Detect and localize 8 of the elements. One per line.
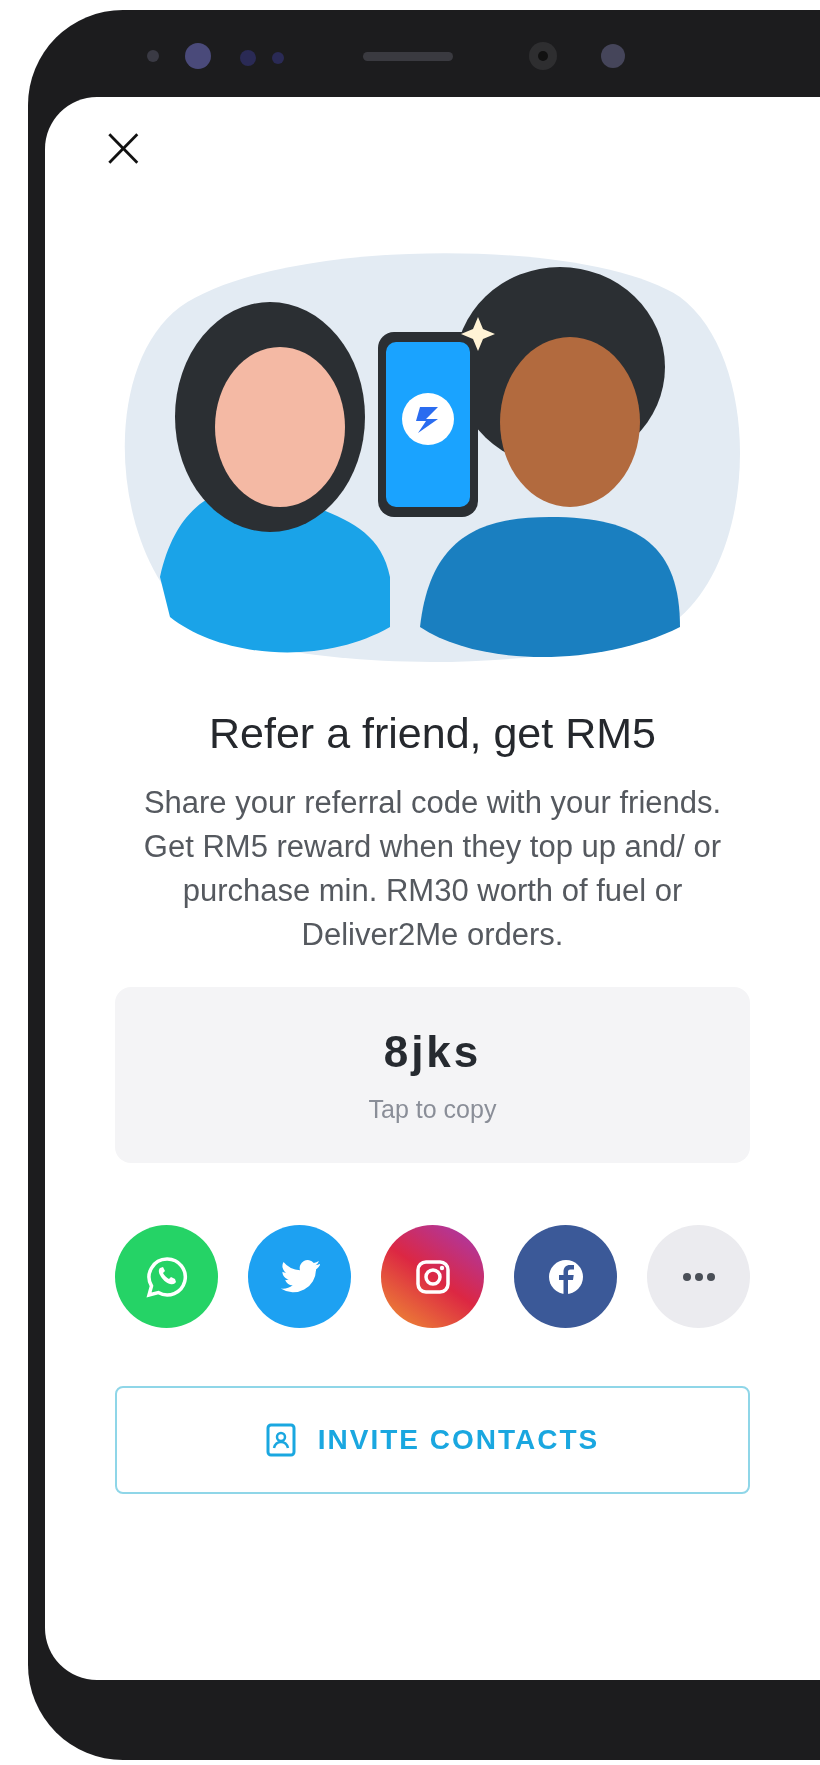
contact-card-icon xyxy=(265,1423,296,1457)
copy-hint-text: Tap to copy xyxy=(368,1094,497,1124)
more-icon xyxy=(682,1272,715,1281)
title-text: Refer a friend, get RM5 xyxy=(209,708,656,759)
close-button[interactable]: × xyxy=(93,117,154,177)
referral-code-text: 8jks xyxy=(383,1026,482,1077)
referral-code-card[interactable]: 8jks Tap to copy xyxy=(115,987,750,1163)
description-text: Share your referral code with your friends. Get RM5 reward when they top up and/ or purchase min. RM30 worth of fuel or Deliver2Me orders. xyxy=(142,784,723,954)
